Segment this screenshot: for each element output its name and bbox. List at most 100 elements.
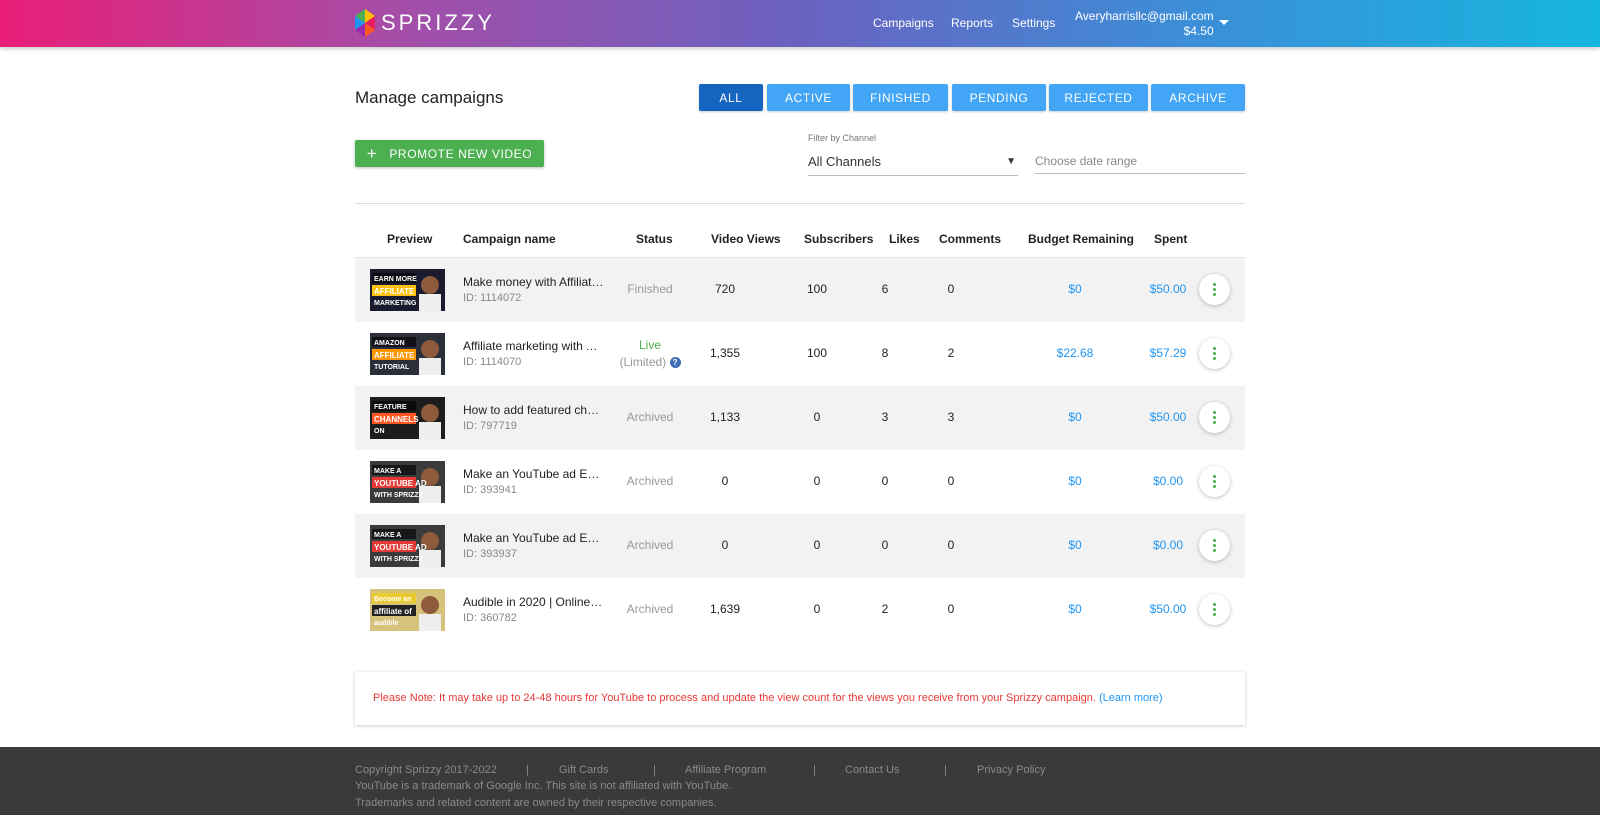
campaign-name[interactable]: Affiliate marketing with Amazon [463, 339, 605, 353]
subscribers-cell: 0 [813, 410, 821, 424]
thumb-text-2: affiliate of [374, 607, 412, 616]
video-thumbnail[interactable]: FEATURE CHANNELS ON [370, 397, 445, 439]
more-options-icon[interactable] [1199, 402, 1230, 433]
thumb-text-2: YOUTUBE AD [374, 479, 427, 488]
subscribers-cell: 0 [813, 474, 821, 488]
chevron-down-icon[interactable] [1219, 20, 1229, 25]
budget-remaining-cell: $22.68 [1056, 346, 1094, 360]
budget-remaining-cell: $0 [1068, 282, 1082, 296]
video-thumbnail[interactable]: AMAZON AFFILIATE TUTORIAL [370, 333, 445, 375]
thumb-text-3: WITH SPRIZZY [374, 556, 424, 563]
logo-text: SPRIZZY [381, 10, 495, 35]
spent-cell: $50.00 [1149, 410, 1187, 424]
video-thumbnail[interactable]: Become an affiliate of audible [370, 589, 445, 631]
channel-filter-value: All Channels [808, 154, 881, 169]
campaign-id: ID: 393941 [463, 484, 517, 496]
more-options-icon[interactable] [1199, 530, 1230, 561]
more-options-icon[interactable] [1199, 466, 1230, 497]
spent-cell: $0.00 [1152, 474, 1184, 488]
col-subscribers: Subscribers [804, 232, 874, 246]
more-options-icon[interactable] [1199, 338, 1230, 369]
footer-separator: | [813, 764, 816, 776]
subscribers-cell: 0 [813, 602, 821, 616]
status-limited: (Limited) [619, 355, 667, 369]
nav-settings[interactable]: Settings [1012, 16, 1055, 30]
status-cell: Live (Limited) ? [600, 337, 700, 371]
divider [355, 203, 1245, 204]
tab-active[interactable]: ACTIVE [767, 84, 850, 111]
status-cell: Archived [626, 538, 674, 552]
subscribers-cell: 100 [806, 346, 828, 360]
table-row: MAKE A YOUTUBE AD WITH SPRIZZY Make an Y… [355, 514, 1245, 578]
more-options-icon[interactable] [1199, 274, 1230, 305]
account-email: Averyharrisllc@gmail.com [1075, 9, 1214, 23]
footer-gift-cards-link[interactable]: Gift Cards [559, 764, 609, 776]
comments-cell: 0 [947, 602, 955, 616]
learn-more-link[interactable]: (Learn more) [1099, 692, 1163, 704]
footer-contact-us-link[interactable]: Contact Us [845, 764, 899, 776]
video-thumbnail[interactable]: EARN MORE AFFILIATE MARKETING [370, 269, 445, 311]
comments-cell: 2 [947, 346, 955, 360]
status-cell: Archived [626, 474, 674, 488]
table-row: MAKE A YOUTUBE AD WITH SPRIZZY Make an Y… [355, 450, 1245, 514]
sprizzy-logo[interactable]: SPRIZZY [355, 9, 495, 37]
col-budget-remaining: Budget Remaining [1028, 232, 1135, 246]
campaign-name[interactable]: Make an YouTube ad EASY [463, 467, 605, 481]
campaign-id: ID: 1114072 [463, 292, 522, 304]
video-views-cell: 1,639 [709, 602, 741, 616]
nav-reports[interactable]: Reports [951, 16, 993, 30]
table-row: EARN MORE AFFILIATE MARKETING Make money… [355, 258, 1245, 322]
col-comments: Comments [939, 232, 1002, 246]
promote-new-video-button[interactable]: + PROMOTE NEW VIDEO [355, 140, 544, 167]
account-menu[interactable]: Averyharrisllc@gmail.com $4.50 [1075, 9, 1214, 39]
video-views-cell: 0 [721, 538, 729, 552]
thumb-text-2: AFFILIATE [374, 287, 415, 296]
video-thumbnail[interactable]: MAKE A YOUTUBE AD WITH SPRIZZY [370, 525, 445, 567]
footer-trademark-line: YouTube is a trademark of Google Inc. Th… [355, 780, 732, 792]
tab-rejected[interactable]: REJECTED [1049, 84, 1148, 111]
page-title: Manage campaigns [355, 88, 504, 107]
more-options-icon[interactable] [1199, 594, 1230, 625]
video-thumbnail[interactable]: MAKE A YOUTUBE AD WITH SPRIZZY [370, 461, 445, 503]
account-balance: $4.50 [1183, 24, 1214, 38]
campaign-name[interactable]: How to add featured channels [463, 403, 605, 417]
thumb-text-2: CHANNELS [374, 415, 419, 424]
footer-rights-line: Trademarks and related content are owned… [355, 797, 717, 809]
thumb-text-2: AFFILIATE [374, 351, 415, 360]
spent-cell: $0.00 [1152, 538, 1184, 552]
subscribers-cell: 100 [806, 282, 828, 296]
thumb-text-1: FEATURE [374, 404, 407, 411]
thumb-text-3: TUTORIAL [374, 364, 410, 371]
campaign-name[interactable]: Make money with Affiliate Marketing [463, 275, 605, 289]
budget-remaining-cell: $0 [1068, 538, 1082, 552]
campaign-id: ID: 797719 [463, 420, 517, 432]
channel-filter-select[interactable]: All Channels ▼ [808, 150, 1018, 176]
col-likes: Likes [889, 232, 920, 246]
thumb-text-1: EARN MORE [374, 276, 417, 283]
video-views-cell: 1,355 [709, 346, 741, 360]
promote-button-label: PROMOTE NEW VIDEO [389, 146, 533, 161]
nav-campaigns[interactable]: Campaigns [873, 16, 934, 30]
footer-privacy-policy-link[interactable]: Privacy Policy [977, 764, 1045, 776]
budget-remaining-cell: $0 [1068, 474, 1082, 488]
campaign-name[interactable]: Audible in 2020 | Online Income [463, 595, 605, 609]
comments-cell: 0 [947, 282, 955, 296]
tab-archive[interactable]: ARCHIVE [1151, 84, 1245, 111]
thumb-text-1: MAKE A [374, 468, 401, 475]
status-cell: Archived [626, 602, 674, 616]
likes-cell: 0 [881, 538, 889, 552]
col-campaign-name: Campaign name [463, 232, 556, 246]
col-spent: Spent [1154, 232, 1188, 246]
video-views-cell: 1,133 [709, 410, 741, 424]
tab-all[interactable]: ALL [699, 84, 763, 111]
tab-finished[interactable]: FINISHED [853, 84, 948, 111]
date-range-input[interactable] [1035, 148, 1245, 174]
tab-pending[interactable]: PENDING [952, 84, 1046, 111]
status-cell: Archived [626, 410, 674, 424]
spent-cell: $50.00 [1149, 282, 1187, 296]
campaign-name[interactable]: Make an YouTube ad EASY [463, 531, 605, 545]
table-row: FEATURE CHANNELS ON How to add featured … [355, 386, 1245, 450]
help-icon[interactable]: ? [669, 357, 681, 369]
col-preview: Preview [387, 232, 433, 246]
footer-affiliate-program-link[interactable]: Affiliate Program [685, 764, 766, 776]
